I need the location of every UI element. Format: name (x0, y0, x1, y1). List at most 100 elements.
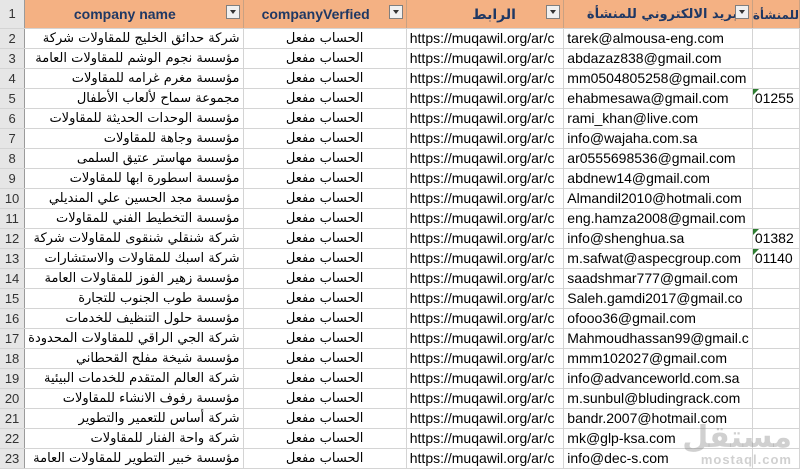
cell-extra[interactable] (752, 308, 800, 329)
cell-company-name[interactable]: مؤسسة الوحدات الحديثة للمقاولات (24, 108, 244, 129)
row-number[interactable]: 13 (0, 248, 26, 269)
cell-extra[interactable] (752, 328, 800, 349)
cell-company-name[interactable]: مؤسسة مهاستر عتيق السلمى (24, 148, 244, 169)
cell-link[interactable]: https://muqawil.org/ar/c (406, 368, 565, 389)
row-number[interactable]: 22 (0, 428, 26, 449)
row-number[interactable]: 7 (0, 128, 26, 149)
cell-company-name[interactable]: مؤسسة حلول التنظيف للخدمات (24, 308, 244, 329)
cell-email[interactable]: eng.hamza2008@gmail.com (563, 208, 753, 229)
cell-link[interactable]: https://muqawil.org/ar/c (406, 168, 565, 189)
row-number[interactable]: 10 (0, 188, 26, 209)
cell-link[interactable]: https://muqawil.org/ar/c (406, 48, 565, 69)
cell-email[interactable]: info@advanceworld.com.sa (563, 368, 753, 389)
cell-link[interactable]: https://muqawil.org/ar/c (406, 388, 565, 409)
column-header-company-name[interactable]: company name (24, 0, 244, 29)
cell-email[interactable]: abdnew14@gmail.com (563, 168, 753, 189)
column-header-company-verified[interactable]: companyVerfied (243, 0, 407, 29)
row-number[interactable]: 4 (0, 68, 26, 89)
cell-company-verified[interactable]: الحساب مفعل (243, 288, 407, 309)
cell-link[interactable]: https://muqawil.org/ar/c (406, 188, 565, 209)
cell-link[interactable]: https://muqawil.org/ar/c (406, 308, 565, 329)
cell-company-verified[interactable]: الحساب مفعل (243, 428, 407, 449)
row-number[interactable]: 18 (0, 348, 26, 369)
column-header-email[interactable]: البريد الالكتروني للمنشأة (563, 0, 753, 29)
cell-link[interactable]: https://muqawil.org/ar/c (406, 408, 565, 429)
row-number[interactable]: 1 (0, 0, 26, 29)
cell-company-name[interactable]: شركة اسبك للمقاولات والاستشارات (24, 248, 244, 269)
cell-company-name[interactable]: مؤسسة مغرم غرامه للمقاولات (24, 68, 244, 89)
cell-company-verified[interactable]: الحساب مفعل (243, 88, 407, 109)
cell-email[interactable]: ehabmesawa@gmail.com (563, 88, 753, 109)
row-number[interactable]: 5 (0, 88, 26, 109)
cell-company-name[interactable]: شركة حدائق الخليج للمقاولات شركة (24, 28, 244, 49)
row-number[interactable]: 11 (0, 208, 26, 229)
cell-extra[interactable] (752, 68, 800, 89)
row-number[interactable]: 2 (0, 28, 26, 49)
row-number[interactable]: 8 (0, 148, 26, 169)
cell-email[interactable]: m.safwat@aspecgroup.com (563, 248, 753, 269)
cell-link[interactable]: https://muqawil.org/ar/c (406, 248, 565, 269)
cell-extra[interactable]: 01140 (752, 248, 800, 269)
row-number[interactable]: 21 (0, 408, 26, 429)
filter-dropdown-icon[interactable] (388, 5, 403, 19)
row-number[interactable]: 12 (0, 228, 26, 249)
cell-link[interactable]: https://muqawil.org/ar/c (406, 108, 565, 129)
cell-extra[interactable] (752, 208, 800, 229)
cell-email[interactable]: Mahmoudhassan99@gmail.c (563, 328, 753, 349)
cell-company-verified[interactable]: الحساب مفعل (243, 108, 407, 129)
cell-company-verified[interactable]: الحساب مفعل (243, 188, 407, 209)
row-number[interactable]: 19 (0, 368, 26, 389)
cell-extra[interactable] (752, 368, 800, 389)
cell-company-verified[interactable]: الحساب مفعل (243, 68, 407, 89)
row-number[interactable]: 20 (0, 388, 26, 409)
cell-company-name[interactable]: شركة شنقلي شنقوى للمقاولات شركة (24, 228, 244, 249)
cell-company-verified[interactable]: الحساب مفعل (243, 128, 407, 149)
cell-email[interactable]: ar0555698536@gmail.com (563, 148, 753, 169)
cell-extra[interactable] (752, 108, 800, 129)
cell-email[interactable]: mm0504805258@gmail.com (563, 68, 753, 89)
row-number[interactable]: 3 (0, 48, 26, 69)
cell-company-verified[interactable]: الحساب مفعل (243, 268, 407, 289)
cell-company-verified[interactable]: الحساب مفعل (243, 448, 407, 469)
cell-company-name[interactable]: شركة أساس للتعمير والتطوير (24, 408, 244, 429)
cell-link[interactable]: https://muqawil.org/ar/c (406, 228, 565, 249)
cell-company-name[interactable]: مؤسسة التخطيط الفني للمقاولات (24, 208, 244, 229)
filter-dropdown-icon[interactable] (546, 5, 561, 19)
cell-extra[interactable] (752, 288, 800, 309)
cell-company-name[interactable]: مجموعة سماح لألعاب الأطفال (24, 88, 244, 109)
cell-email[interactable]: saadshmar777@gmail.com (563, 268, 753, 289)
cell-extra[interactable] (752, 48, 800, 69)
cell-email[interactable]: mmm102027@gmail.com (563, 348, 753, 369)
cell-email[interactable]: ofooo36@gmail.com (563, 308, 753, 329)
cell-email[interactable]: info@shenghua.sa (563, 228, 753, 249)
cell-company-verified[interactable]: الحساب مفعل (243, 48, 407, 69)
cell-company-verified[interactable]: الحساب مفعل (243, 328, 407, 349)
cell-company-verified[interactable]: الحساب مفعل (243, 168, 407, 189)
cell-link[interactable]: https://muqawil.org/ar/c (406, 428, 565, 449)
cell-link[interactable]: https://muqawil.org/ar/c (406, 448, 565, 469)
cell-email[interactable]: m.sunbul@bludingrack.com (563, 388, 753, 409)
filter-dropdown-icon[interactable] (734, 5, 749, 19)
cell-email[interactable]: abdazaz838@gmail.com (563, 48, 753, 69)
cell-company-name[interactable]: مؤسسة خبير التطوير للمقاولات العامة (24, 448, 244, 469)
cell-email[interactable]: Saleh.gamdi2017@gmail.co (563, 288, 753, 309)
cell-company-verified[interactable]: الحساب مفعل (243, 208, 407, 229)
cell-company-name[interactable]: مؤسسة طوب الجنوب للتجارة (24, 288, 244, 309)
cell-extra[interactable] (752, 168, 800, 189)
cell-company-name[interactable]: شركة واحة الفنار للمقاولات (24, 428, 244, 449)
cell-company-verified[interactable]: الحساب مفعل (243, 348, 407, 369)
row-number[interactable]: 15 (0, 288, 26, 309)
cell-company-verified[interactable]: الحساب مفعل (243, 28, 407, 49)
cell-link[interactable]: https://muqawil.org/ar/c (406, 28, 565, 49)
cell-extra[interactable] (752, 128, 800, 149)
row-number[interactable]: 6 (0, 108, 26, 129)
cell-company-name[interactable]: مؤسسة شيخة مفلح القحطاني (24, 348, 244, 369)
row-number[interactable]: 9 (0, 168, 26, 189)
cell-link[interactable]: https://muqawil.org/ar/c (406, 68, 565, 89)
cell-extra[interactable]: 01382 (752, 228, 800, 249)
cell-company-name[interactable]: مؤسسة رفوف الانشاء للمقاولات (24, 388, 244, 409)
cell-extra[interactable] (752, 268, 800, 289)
row-number[interactable]: 14 (0, 268, 26, 289)
cell-company-verified[interactable]: الحساب مفعل (243, 248, 407, 269)
cell-extra[interactable]: 01255 (752, 88, 800, 109)
